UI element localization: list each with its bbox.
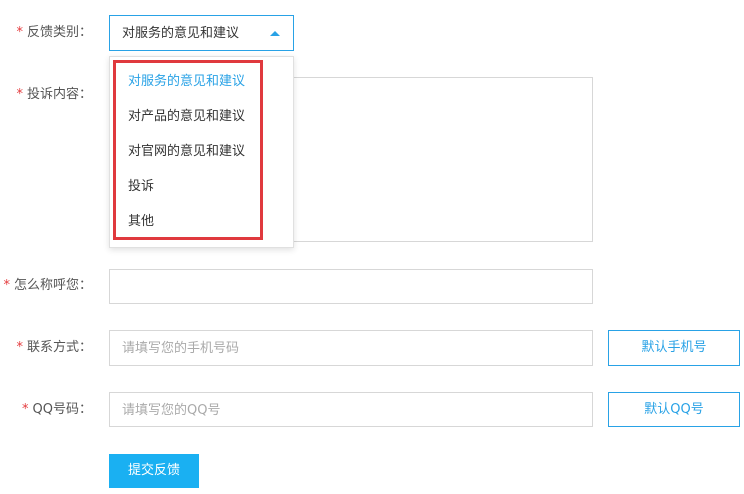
contact-label: * 联系方式： bbox=[16, 340, 92, 355]
required-mark: * bbox=[16, 87, 23, 102]
submit-feedback-button[interactable]: 提交反馈 bbox=[109, 454, 199, 488]
qq-placeholder: 请填写您的QQ号 bbox=[122, 403, 221, 418]
qq-label: * QQ号码： bbox=[22, 402, 92, 417]
qq-input[interactable]: 请填写您的QQ号 bbox=[109, 392, 593, 427]
caret-up-icon bbox=[270, 31, 280, 36]
phone-input[interactable]: 请填写您的手机号码 bbox=[109, 330, 593, 366]
phone-placeholder: 请填写您的手机号码 bbox=[122, 341, 240, 356]
required-mark: * bbox=[16, 25, 23, 40]
feedback-type-label: * 反馈类别： bbox=[16, 25, 92, 40]
dropdown-option-complaint[interactable]: 投诉 bbox=[128, 178, 154, 196]
required-mark: * bbox=[16, 340, 23, 355]
name-label: * 怎么称呼您： bbox=[3, 278, 92, 293]
default-phone-button[interactable]: 默认手机号 bbox=[608, 330, 740, 366]
default-qq-button[interactable]: 默认QQ号 bbox=[608, 392, 740, 427]
name-input[interactable] bbox=[109, 269, 593, 304]
dropdown-option-website[interactable]: 对官网的意见和建议 bbox=[128, 143, 245, 161]
dropdown-option-product[interactable]: 对产品的意见和建议 bbox=[128, 108, 245, 126]
required-mark: * bbox=[22, 402, 29, 417]
required-mark: * bbox=[3, 278, 10, 293]
complaint-content-label: * 投诉内容： bbox=[16, 87, 92, 102]
dropdown-option-other[interactable]: 其他 bbox=[128, 213, 154, 231]
dropdown-option-service[interactable]: 对服务的意见和建议 bbox=[128, 73, 245, 91]
feedback-type-selected-value: 对服务的意见和建议 bbox=[122, 26, 240, 41]
feedback-type-select[interactable]: 对服务的意见和建议 bbox=[109, 15, 294, 51]
